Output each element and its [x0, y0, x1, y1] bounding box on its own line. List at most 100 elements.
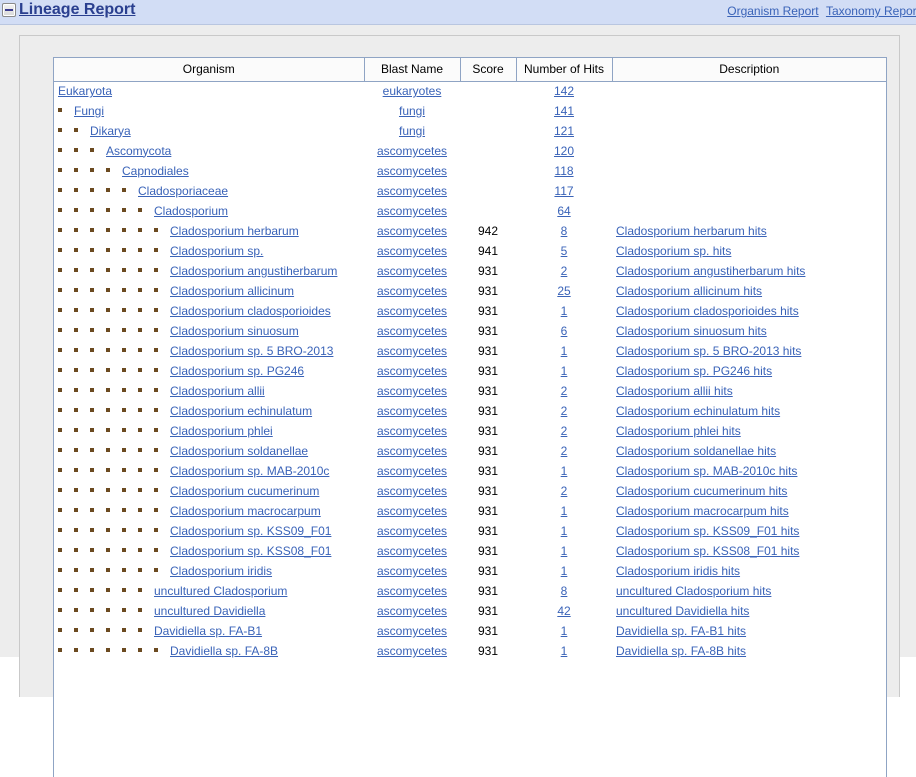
description-link[interactable]: Cladosporium sp. MAB-2010c hits [616, 464, 797, 478]
organism-link[interactable]: Cladosporium sp. KSS09_F01 [170, 524, 331, 538]
organism-link[interactable]: Cladosporium sp. [170, 244, 263, 258]
organism-link[interactable]: Cladosporium iridis [170, 564, 272, 578]
description-link[interactable]: Cladosporium sp. PG246 hits [616, 364, 772, 378]
description-link[interactable]: Davidiella sp. FA-B1 hits [616, 624, 746, 638]
description-link[interactable]: Cladosporium macrocarpum hits [616, 504, 789, 518]
description-link[interactable]: Cladosporium iridis hits [616, 564, 740, 578]
organism-link[interactable]: uncultured Cladosporium [154, 584, 287, 598]
blast-name-link[interactable]: ascomycetes [377, 564, 447, 578]
description-link[interactable]: uncultured Cladosporium hits [616, 584, 771, 598]
description-link[interactable]: Cladosporium soldanellae hits [616, 444, 776, 458]
organism-link[interactable]: Cladosporium [154, 204, 228, 218]
blast-name-link[interactable]: ascomycetes [377, 424, 447, 438]
description-link[interactable]: Cladosporium allicinum hits [616, 284, 762, 298]
description-link[interactable]: Cladosporium allii hits [616, 384, 733, 398]
blast-name-link[interactable]: ascomycetes [377, 444, 447, 458]
blast-name-link[interactable]: ascomycetes [377, 504, 447, 518]
description-link[interactable]: Cladosporium sp. KSS08_F01 hits [616, 544, 799, 558]
description-link[interactable]: Cladosporium herbarum hits [616, 224, 767, 238]
hits-link[interactable]: 1 [561, 544, 568, 558]
hits-link[interactable]: 2 [561, 424, 568, 438]
blast-name-link[interactable]: ascomycetes [377, 164, 447, 178]
blast-name-link[interactable]: ascomycetes [377, 404, 447, 418]
hits-link[interactable]: 120 [554, 144, 574, 158]
description-link[interactable]: Cladosporium sinuosum hits [616, 324, 767, 338]
hits-link[interactable]: 118 [554, 164, 573, 178]
description-link[interactable]: Cladosporium angustiherbarum hits [616, 264, 805, 278]
hits-link[interactable]: 1 [561, 564, 568, 578]
hits-link[interactable]: 1 [561, 644, 568, 658]
hits-link[interactable]: 25 [557, 284, 570, 298]
blast-name-link[interactable]: fungi [399, 104, 425, 118]
hits-link[interactable]: 117 [554, 184, 573, 198]
hits-link[interactable]: 2 [561, 264, 568, 278]
blast-name-link[interactable]: ascomycetes [377, 284, 447, 298]
blast-name-link[interactable]: ascomycetes [377, 364, 447, 378]
minus-icon[interactable] [2, 3, 16, 17]
hits-link[interactable]: 8 [561, 584, 568, 598]
organism-link[interactable]: Davidiella sp. FA-B1 [154, 624, 262, 638]
hits-link[interactable]: 2 [561, 484, 568, 498]
organism-link[interactable]: Cladosporiaceae [138, 184, 228, 198]
organism-link[interactable]: Cladosporium soldanellae [170, 444, 308, 458]
organism-link[interactable]: Cladosporium cladosporioides [170, 304, 331, 318]
organism-link[interactable]: Eukaryota [58, 84, 112, 98]
organism-link[interactable]: Cladosporium sp. PG246 [170, 364, 304, 378]
organism-link[interactable]: Dikarya [90, 124, 131, 138]
blast-name-link[interactable]: ascomycetes [377, 584, 447, 598]
description-link[interactable]: uncultured Davidiella hits [616, 604, 749, 618]
hits-link[interactable]: 1 [561, 624, 568, 638]
organism-link[interactable]: Cladosporium macrocarpum [170, 504, 321, 518]
blast-name-link[interactable]: ascomycetes [377, 324, 447, 338]
organism-link[interactable]: Davidiella sp. FA-8B [170, 644, 278, 658]
hits-link[interactable]: 121 [554, 124, 574, 138]
organism-report-link[interactable]: Organism Report [727, 4, 818, 18]
organism-link[interactable]: Cladosporium angustiherbarum [170, 264, 337, 278]
blast-name-link[interactable]: ascomycetes [377, 304, 447, 318]
blast-name-link[interactable]: ascomycetes [377, 244, 447, 258]
blast-name-link[interactable]: ascomycetes [377, 204, 447, 218]
blast-name-link[interactable]: ascomycetes [377, 384, 447, 398]
blast-name-link[interactable]: fungi [399, 124, 425, 138]
blast-name-link[interactable]: ascomycetes [377, 544, 447, 558]
hits-link[interactable]: 2 [561, 384, 568, 398]
blast-name-link[interactable]: ascomycetes [377, 644, 447, 658]
description-link[interactable]: Cladosporium cladosporioides hits [616, 304, 799, 318]
hits-link[interactable]: 1 [561, 504, 568, 518]
blast-name-link[interactable]: ascomycetes [377, 624, 447, 638]
description-link[interactable]: Davidiella sp. FA-8B hits [616, 644, 746, 658]
organism-link[interactable]: Cladosporium sinuosum [170, 324, 299, 338]
organism-link[interactable]: Cladosporium sp. MAB-2010c [170, 464, 329, 478]
description-link[interactable]: Cladosporium phlei hits [616, 424, 741, 438]
description-link[interactable]: Cladosporium echinulatum hits [616, 404, 780, 418]
organism-link[interactable]: Cladosporium allicinum [170, 284, 294, 298]
hits-link[interactable]: 1 [561, 344, 568, 358]
blast-name-link[interactable]: ascomycetes [377, 264, 447, 278]
hits-link[interactable]: 2 [561, 404, 568, 418]
organism-link[interactable]: Cladosporium herbarum [170, 224, 299, 238]
description-link[interactable]: Cladosporium sp. KSS09_F01 hits [616, 524, 799, 538]
hits-link[interactable]: 1 [561, 364, 568, 378]
taxonomy-report-link[interactable]: Taxonomy Report [826, 4, 916, 18]
hits-link[interactable]: 2 [561, 444, 568, 458]
hits-link[interactable]: 1 [561, 464, 568, 478]
organism-link[interactable]: Cladosporium phlei [170, 424, 273, 438]
organism-link[interactable]: Fungi [74, 104, 104, 118]
hits-link[interactable]: 6 [561, 324, 568, 338]
organism-link[interactable]: Cladosporium sp. KSS08_F01 [170, 544, 331, 558]
description-link[interactable]: Cladosporium sp. hits [616, 244, 731, 258]
organism-link[interactable]: Cladosporium allii [170, 384, 265, 398]
hits-link[interactable]: 5 [561, 244, 568, 258]
blast-name-link[interactable]: ascomycetes [377, 484, 447, 498]
description-link[interactable]: Cladosporium sp. 5 BRO-2013 hits [616, 344, 801, 358]
hits-link[interactable]: 42 [557, 604, 570, 618]
hits-link[interactable]: 141 [554, 104, 574, 118]
description-link[interactable]: Cladosporium cucumerinum hits [616, 484, 787, 498]
hits-link[interactable]: 1 [561, 524, 568, 538]
hits-link[interactable]: 8 [561, 224, 568, 238]
hits-link[interactable]: 64 [557, 204, 570, 218]
hits-link[interactable]: 1 [561, 304, 568, 318]
blast-name-link[interactable]: ascomycetes [377, 184, 447, 198]
organism-link[interactable]: Capnodiales [122, 164, 189, 178]
hits-link[interactable]: 142 [554, 84, 574, 98]
